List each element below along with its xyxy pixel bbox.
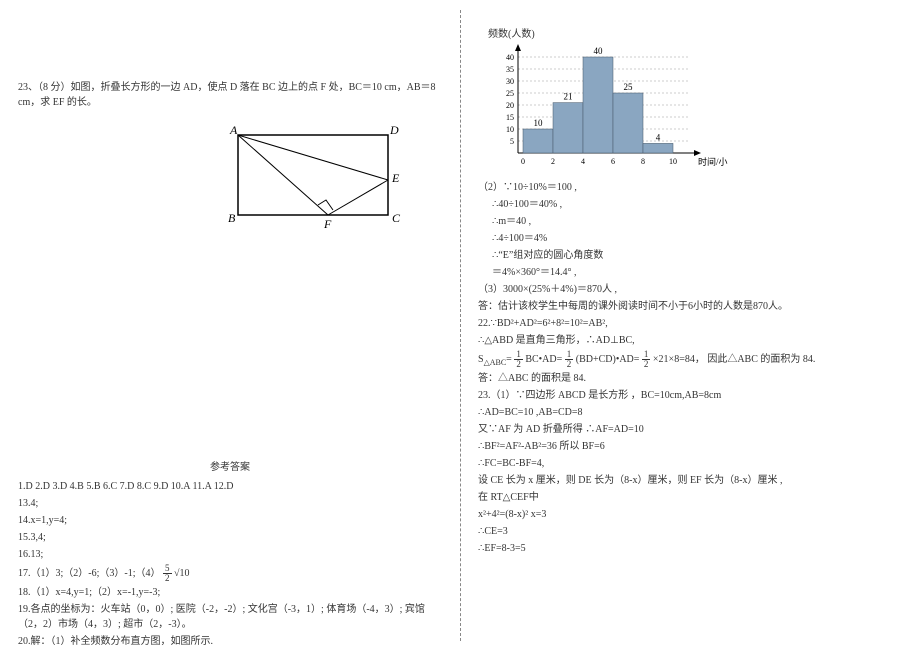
x-tick: 2 <box>551 157 555 166</box>
sol-22d: 答：△ABC 的面积是 84. <box>478 371 902 386</box>
y-tick: 30 <box>506 77 514 86</box>
x-tick: 6 <box>611 157 615 166</box>
sol-3: （3）3000×(25%＋4%)＝870人 , <box>478 282 902 297</box>
sol-23e: ∴FC=BC-BF=4, <box>478 456 902 471</box>
figure-rectangle: A D B C E F <box>218 120 442 238</box>
a17-prefix: 17.（1）3;（2）-6;（3）-1;（4） <box>18 568 161 579</box>
bar <box>643 143 673 153</box>
frac-half-3: 12 <box>642 350 651 369</box>
bar <box>583 57 613 153</box>
y-tick: 25 <box>506 89 514 98</box>
sol-22c: S△ABC= 12 BC•AD= 12 (BD+CD)•AD= 12 ×21×8… <box>478 350 902 369</box>
label-A: A <box>229 123 238 137</box>
y-tick: 20 <box>506 101 514 110</box>
bar-label: 40 <box>594 46 604 56</box>
answers-heading: 参考答案 <box>18 458 442 473</box>
x-tick-labels: 0 2 4 6 8 10 <box>521 157 677 166</box>
sol-23h: x²+4²=(8-x)² x=3 <box>478 507 902 522</box>
sol-2d: ∴4÷100＝4% <box>492 231 902 246</box>
bar-label: 4 <box>656 132 661 142</box>
geometry-svg: A D B C E F <box>218 120 408 235</box>
bar-label: 25 <box>624 82 634 92</box>
bar <box>553 103 583 153</box>
y-tick: 15 <box>506 113 514 122</box>
sol-22b: ∴△ABD 是直角三角形，∴AD⊥BC, <box>478 333 902 348</box>
sol-2a: （2）∵10÷10%＝100 , <box>478 180 902 195</box>
x-tick: 10 <box>669 157 677 166</box>
y-tick: 5 <box>510 137 514 146</box>
answer-18: 18.（1）x=4,y=1;（2）x=-1,y=-3; <box>18 585 442 600</box>
bar <box>523 129 553 153</box>
sol-23f: 设 CE 长为 x 厘米，则 DE 长为（8-x）厘米，则 EF 长为（8-x）… <box>478 473 902 488</box>
label-B: B <box>228 211 236 225</box>
sol-answer-reading: 答：估计该校学生中每周的课外阅读时间不小于6小时的人数是870人。 <box>478 299 902 314</box>
bar-chart: 频数(人数) 102140254 510152025 <box>488 25 902 172</box>
answer-16: 16.13; <box>18 547 442 562</box>
q23-text: 23、（8 分）如图，折叠长方形的一边 AD，使点 D 落在 BC 边上的点 F… <box>18 80 442 110</box>
question-23: 23、（8 分）如图，折叠长方形的一边 AD，使点 D 落在 BC 边上的点 F… <box>18 80 442 110</box>
bar-label: 10 <box>534 118 544 128</box>
left-column: 23、（8 分）如图，折叠长方形的一边 AD，使点 D 落在 BC 边上的点 F… <box>0 0 460 651</box>
answer-20: 20.解：（1）补全频数分布直方图，如图所示. <box>18 634 442 649</box>
a17-sqrt: √10 <box>174 568 190 579</box>
x-tick: 8 <box>641 157 645 166</box>
sol-23g: 在 RT△CEF中 <box>478 490 902 505</box>
sol-2c: ∴m＝40 , <box>492 214 902 229</box>
answer-15: 15.3,4; <box>18 530 442 545</box>
x-tick: 0 <box>521 157 525 166</box>
sol-23j: ∴EF=8-3=5 <box>478 541 902 556</box>
sol-2e: ∴“E”组对应的圆心角度数 <box>492 248 902 263</box>
answer-17: 17.（1）3;（2）-6;（3）-1;（4） 5 2 √10 <box>18 564 442 583</box>
sol-23a: 23.（1）∵四边形 ABCD 是长方形 ，BC=10cm,AB=8cm <box>478 388 902 403</box>
sol-23c: 又∵AF 为 AD 折叠所得 ∴AF=AD=10 <box>478 422 902 437</box>
sol-2b: ∴40÷100＝40% , <box>492 197 902 212</box>
sol-22a: 22.∵BD²+AD²=6²+8²=10²=AB², <box>478 316 902 331</box>
answer-13: 13.4; <box>18 496 442 511</box>
y-tick: 40 <box>506 53 514 62</box>
page: 23、（8 分）如图，折叠长方形的一边 AD，使点 D 落在 BC 边上的点 F… <box>0 0 920 651</box>
answer-14: 14.x=1,y=4; <box>18 513 442 528</box>
label-C: C <box>392 211 401 225</box>
y-tick: 10 <box>506 125 514 134</box>
frac-half-2: 12 <box>565 350 574 369</box>
y-tick-labels: 5 10 15 20 25 30 35 40 <box>506 53 514 146</box>
a17-fraction: 5 2 <box>163 564 172 583</box>
right-column: 频数(人数) 102140254 510152025 <box>460 0 920 651</box>
label-F: F <box>323 217 332 231</box>
bar-label: 21 <box>564 92 573 102</box>
sol-2f: ＝4%×360°＝14.4° , <box>492 265 902 280</box>
y-tick: 35 <box>506 65 514 74</box>
bar-chart-svg: 10 21 40 25 4 5 10 15 20 25 30 35 40 0 2 4 6 8 10 时间/小时 <box>488 42 728 172</box>
chart-xlabel: 时间/小时 <box>698 156 728 167</box>
answer-19: 19.各点的坐标为：火车站（0，0）; 医院（-2，-2）; 文化宫（-3，1）… <box>18 602 442 632</box>
x-tick: 4 <box>581 157 585 166</box>
right-solutions: （2）∵10÷10%＝100 , ∴40÷100＝40% , ∴m＝40 , ∴… <box>478 180 902 556</box>
label-D: D <box>389 123 399 137</box>
chart-ylabel: 频数(人数) <box>488 25 902 40</box>
sol-23b: ∴AD=BC=10 ,AB=CD=8 <box>478 405 902 420</box>
sol-23i: ∴CE=3 <box>478 524 902 539</box>
label-E: E <box>391 171 400 185</box>
answer-mc: 1.D 2.D 3.D 4.B 5.B 6.C 7.D 8.C 9.D 10.A… <box>18 479 442 494</box>
frac-half-1: 12 <box>514 350 523 369</box>
sol-23d: ∴BF²=AF²-AB²=36 所以 BF=6 <box>478 439 902 454</box>
bar <box>613 93 643 153</box>
